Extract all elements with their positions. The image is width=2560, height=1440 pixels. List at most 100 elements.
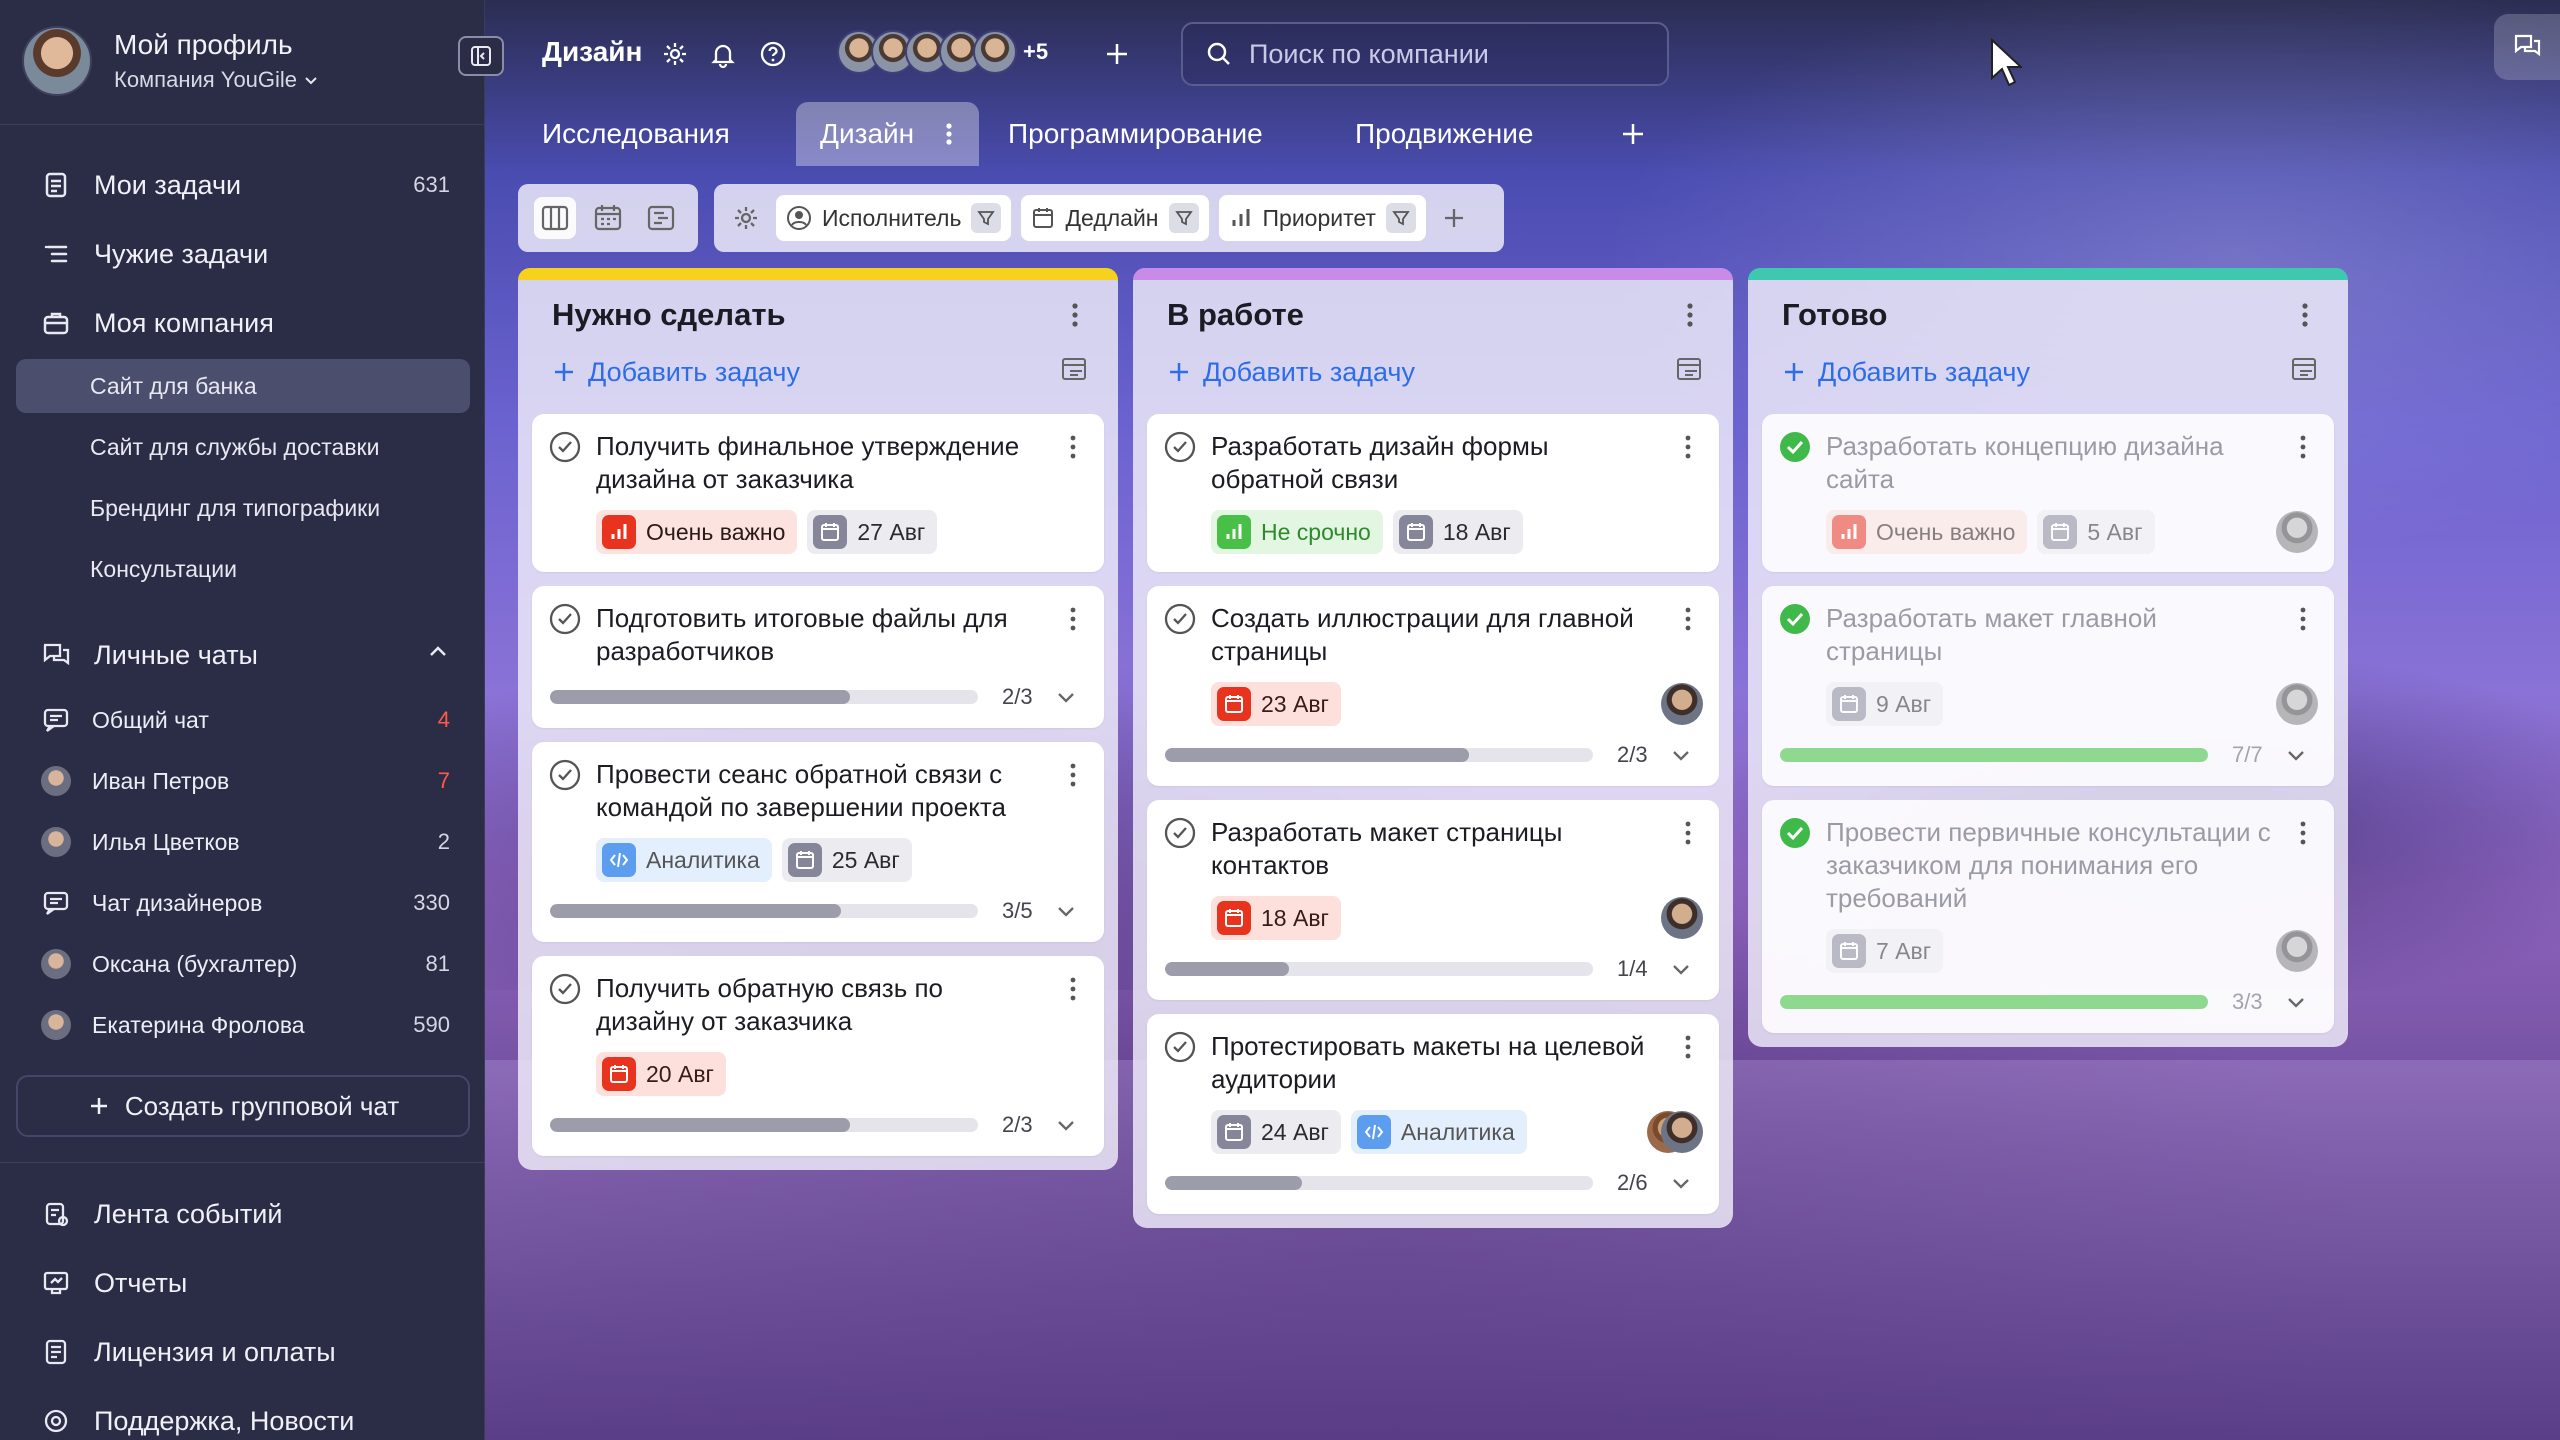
assignee-avatar[interactable] <box>2276 930 2318 972</box>
chat-general[interactable]: Общий чат 4 <box>40 695 450 745</box>
chevron-down-icon[interactable] <box>1053 898 1079 924</box>
chevron-down-icon[interactable] <box>1668 956 1694 982</box>
tab-research[interactable]: Исследования <box>542 102 730 166</box>
profile-block[interactable]: Мой профиль Компания YouGile <box>22 26 319 96</box>
check-circle-icon[interactable] <box>548 430 582 464</box>
calendar-view-icon[interactable] <box>587 197 629 239</box>
assignee-avatar[interactable] <box>1661 1111 1703 1153</box>
more-vertical-icon[interactable] <box>1060 760 1086 790</box>
collapse-sidebar-button[interactable] <box>458 36 504 76</box>
nav-reports[interactable]: Отчеты <box>40 1258 450 1308</box>
task-card[interactable]: Получить обратную связь по дизайну от за… <box>532 956 1104 1156</box>
assignee-avatar[interactable] <box>2276 683 2318 725</box>
nav-event-feed[interactable]: Лента событий <box>40 1189 450 1239</box>
check-circle-icon[interactable] <box>1163 816 1197 850</box>
task-template-icon[interactable] <box>2290 356 2318 389</box>
more-vertical-icon[interactable] <box>2290 300 2320 330</box>
column-title[interactable]: Готово <box>1782 297 1888 333</box>
nav-support[interactable]: Поддержка, Новости <box>40 1396 450 1440</box>
column-title[interactable]: В работе <box>1167 297 1304 333</box>
add-task-button[interactable]: Добавить задачу <box>1762 344 2334 400</box>
deadline-tag[interactable]: 24 Авг <box>1211 1110 1341 1154</box>
task-card[interactable]: Провести сеанс обратной связи с командой… <box>532 742 1104 942</box>
chat-panel-button[interactable] <box>2494 14 2560 80</box>
check-circle-icon[interactable] <box>1163 430 1197 464</box>
project-consulting[interactable]: Консультации <box>16 542 470 596</box>
page-title[interactable]: Дизайн <box>542 36 642 68</box>
tab-design[interactable]: Дизайн <box>796 102 979 166</box>
category-tag[interactable]: Аналитика <box>1350 1110 1527 1154</box>
assignee-avatar[interactable] <box>1661 683 1703 725</box>
task-card[interactable]: Подготовить итоговые файлы для разработч… <box>532 586 1104 728</box>
more-vertical-icon[interactable] <box>943 120 955 148</box>
priority-tag[interactable]: Очень важно <box>1826 510 2028 554</box>
project-delivery-site[interactable]: Сайт для службы доставки <box>16 420 470 474</box>
project-branding[interactable]: Брендинг для типографики <box>16 481 470 535</box>
check-circle-icon[interactable] <box>548 602 582 636</box>
task-card[interactable]: Разработать макет страницы контактов 18 … <box>1147 800 1719 1000</box>
add-task-button[interactable]: Добавить задачу <box>1147 344 1719 400</box>
add-member-icon[interactable] <box>1101 38 1133 70</box>
chat-oksana[interactable]: Оксана (бухгалтер) 81 <box>40 939 450 989</box>
funnel-icon[interactable] <box>971 203 1002 233</box>
column-title[interactable]: Нужно сделать <box>552 297 786 333</box>
nav-others-tasks[interactable]: Чужие задачи <box>40 229 450 279</box>
board-members[interactable]: +5 <box>837 30 1048 74</box>
deadline-tag[interactable]: 25 Авг <box>781 838 912 882</box>
nav-my-tasks[interactable]: Мои задачи 631 <box>40 160 450 210</box>
project-site-bank[interactable]: Сайт для банка <box>16 359 470 413</box>
filter-assignee[interactable]: Исполнитель <box>776 195 1012 241</box>
chevron-down-icon[interactable] <box>2283 742 2309 768</box>
task-card[interactable]: Протестировать макеты на целевой аудитор… <box>1147 1014 1719 1214</box>
deadline-tag[interactable]: 18 Авг <box>1211 896 1341 940</box>
search-input[interactable] <box>1249 38 1649 70</box>
task-template-icon[interactable] <box>1060 356 1088 389</box>
task-card[interactable]: Создать иллюстрации для главной страницы… <box>1147 586 1719 786</box>
chevron-down-icon[interactable] <box>1053 684 1079 710</box>
check-circle-icon[interactable] <box>1163 602 1197 636</box>
more-vertical-icon[interactable] <box>1675 604 1701 634</box>
check-done-icon[interactable] <box>1778 602 1812 636</box>
tab-promotion[interactable]: Продвижение <box>1355 102 1534 166</box>
nav-license[interactable]: Лицензия и оплаты <box>40 1327 450 1377</box>
more-vertical-icon[interactable] <box>1060 432 1086 462</box>
more-vertical-icon[interactable] <box>2290 432 2316 462</box>
chevron-down-icon[interactable] <box>2283 989 2309 1015</box>
chevron-down-icon[interactable] <box>1668 1170 1694 1196</box>
more-vertical-icon[interactable] <box>2290 818 2316 848</box>
assignee-avatar[interactable] <box>1661 897 1703 939</box>
deadline-tag[interactable]: 9 Авг <box>1826 682 1944 726</box>
add-filter-icon[interactable] <box>1436 206 1472 230</box>
more-vertical-icon[interactable] <box>1675 1032 1701 1062</box>
check-circle-icon[interactable] <box>548 758 582 792</box>
add-tab-icon[interactable] <box>1615 116 1651 152</box>
chat-ivan[interactable]: Иван Петров 7 <box>40 756 450 806</box>
check-done-icon[interactable] <box>1778 430 1812 464</box>
check-circle-icon[interactable] <box>1163 1030 1197 1064</box>
chevron-down-icon[interactable] <box>1053 1112 1079 1138</box>
funnel-icon[interactable] <box>1385 203 1416 233</box>
task-card[interactable]: Провести первичные консультации с заказч… <box>1762 800 2334 1033</box>
filter-priority[interactable]: Приоритет <box>1218 195 1426 241</box>
search-field[interactable] <box>1181 22 1669 86</box>
chevron-down-icon[interactable] <box>1668 742 1694 768</box>
category-tag[interactable]: Аналитика <box>596 838 772 882</box>
more-vertical-icon[interactable] <box>2290 604 2316 634</box>
deadline-tag[interactable]: 27 Авг <box>807 510 938 554</box>
more-vertical-icon[interactable] <box>1060 604 1086 634</box>
add-task-button[interactable]: Добавить задачу <box>532 344 1104 400</box>
task-template-icon[interactable] <box>1675 356 1703 389</box>
chevron-up-icon[interactable] <box>426 640 450 671</box>
kanban-view-icon[interactable] <box>533 197 576 239</box>
create-group-chat-button[interactable]: Создать групповой чат <box>16 1075 470 1137</box>
task-card[interactable]: Получить финальное утверждение дизайна о… <box>532 414 1104 572</box>
more-vertical-icon[interactable] <box>1675 432 1701 462</box>
more-vertical-icon[interactable] <box>1675 300 1705 330</box>
help-icon[interactable] <box>757 38 789 70</box>
avatar[interactable] <box>22 26 92 96</box>
assignee-avatar[interactable] <box>2276 511 2318 553</box>
funnel-icon[interactable] <box>1168 203 1199 233</box>
gantt-view-icon[interactable] <box>640 197 682 239</box>
board-settings-icon[interactable] <box>726 204 766 232</box>
priority-tag[interactable]: Не срочно <box>1211 510 1383 554</box>
